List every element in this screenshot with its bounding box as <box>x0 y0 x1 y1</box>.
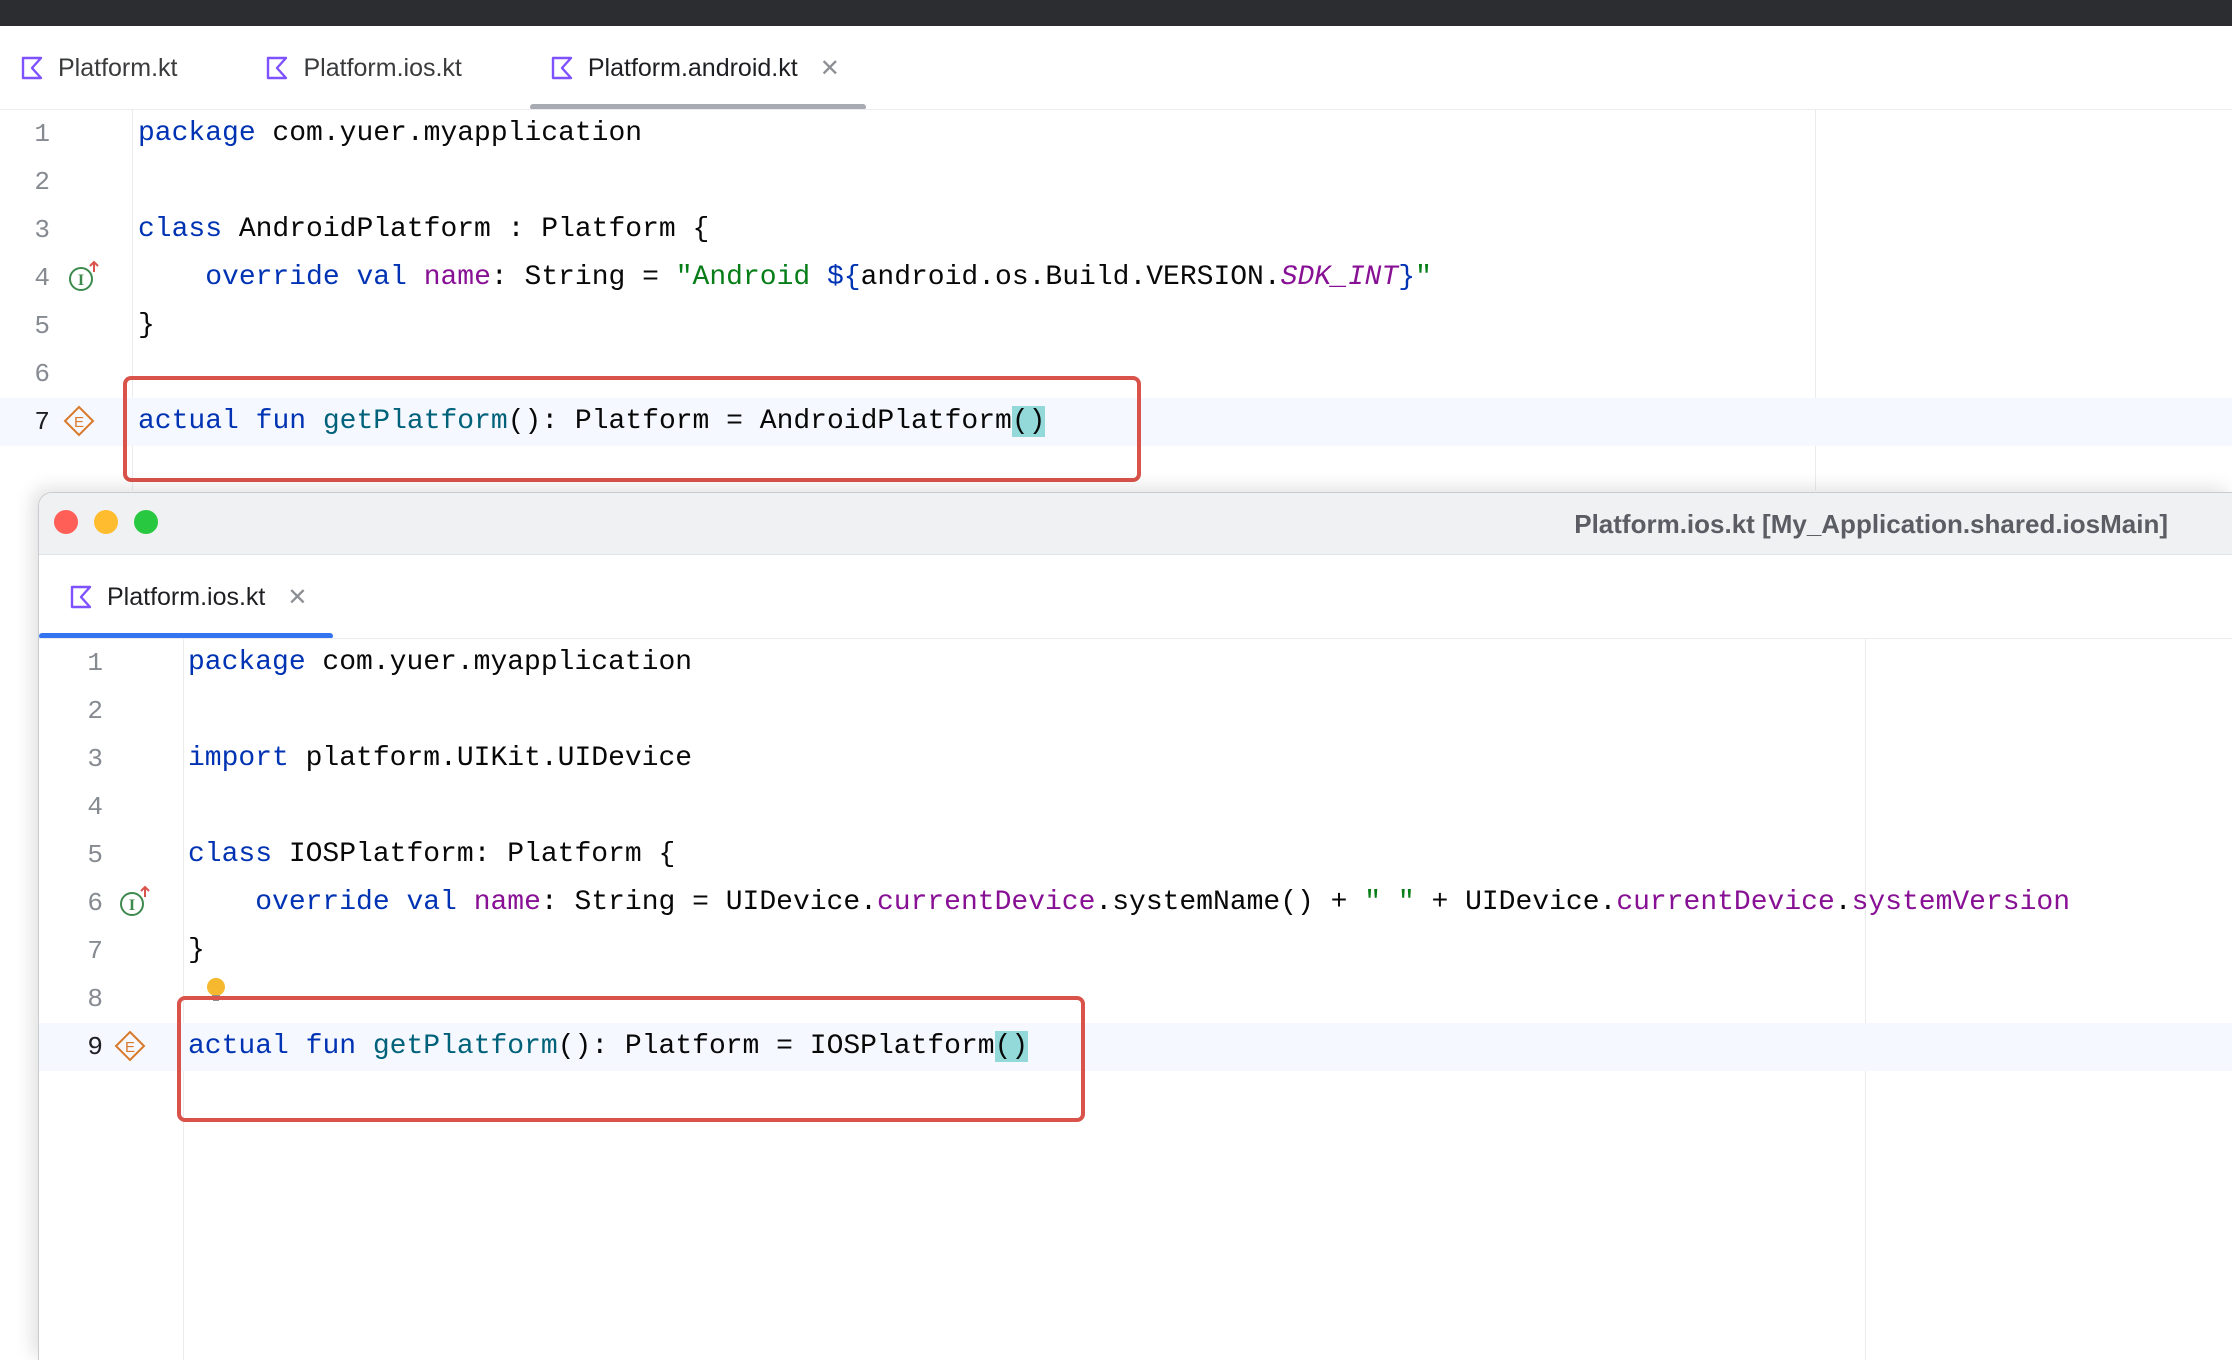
line-number: 3 <box>34 215 50 245</box>
platform-ios-window: Platform.ios.kt [My_Application.shared.i… <box>38 492 2232 1360</box>
keyword: val <box>356 262 407 293</box>
minimize-window-button[interactable] <box>94 510 118 534</box>
highlight-box-ios <box>177 996 1085 1122</box>
kotlin-file-icon <box>551 56 573 80</box>
code-text: .systemName() + <box>1095 887 1365 918</box>
tab-label: Platform.ios.kt <box>303 53 462 82</box>
line-number: 3 <box>87 744 103 774</box>
code-line: 2 <box>0 158 2232 206</box>
code-line: 3 import platform.UIKit.UIDevice <box>39 735 2232 783</box>
keyword: package <box>138 118 256 149</box>
window-titlebar: Platform.ios.kt [My_Application.shared.i… <box>39 493 2232 555</box>
keyword: val <box>406 887 457 918</box>
code-text: com.yuer.myapplication <box>255 118 643 149</box>
line-number: 7 <box>34 407 50 437</box>
code-text: : String = UIDevice. <box>540 887 877 918</box>
code-line: 6 I override val name: String = UIDevice… <box>39 879 2232 927</box>
close-window-button[interactable] <box>54 510 78 534</box>
code-text: } <box>188 935 205 966</box>
svg-text:I: I <box>129 897 135 914</box>
tab-platform-ios-kt[interactable]: Platform.ios.kt <box>245 26 479 110</box>
line-number: 7 <box>87 936 103 966</box>
code-text: android.os.Build.VERSION. <box>860 262 1281 293</box>
code-text: com.yuer.myapplication <box>305 647 693 678</box>
code-text: . <box>1834 887 1852 918</box>
tab-platform-android-kt[interactable]: Platform.android.kt ✕ <box>529 26 866 110</box>
svg-text:E: E <box>125 1039 135 1056</box>
string-literal: " <box>1415 262 1432 293</box>
line-number: 4 <box>87 792 103 822</box>
code-text: platform.UIKit.UIDevice <box>288 743 693 774</box>
keyword: override <box>205 262 340 293</box>
expect-actual-icon[interactable]: E <box>62 404 96 438</box>
tab-platform-kt[interactable]: Platform.kt <box>0 26 195 110</box>
line-number: 5 <box>34 311 50 341</box>
code-text: + UIDevice. <box>1414 887 1617 918</box>
string-literal: " " <box>1364 887 1415 918</box>
property-name: currentDevice <box>1616 887 1835 918</box>
code-line: 7 } <box>39 927 2232 975</box>
line-number: 6 <box>87 888 103 918</box>
code-line: 5 class IOSPlatform: Platform { <box>39 831 2232 879</box>
svg-text:E: E <box>74 414 84 431</box>
tab-label: Platform.kt <box>58 53 178 82</box>
line-number: 1 <box>34 119 50 149</box>
code-line: 2 <box>39 687 2232 735</box>
static-field: SDK_INT <box>1280 262 1399 293</box>
tab-platform-ios-kt[interactable]: Platform.ios.kt ✕ <box>39 555 334 639</box>
keyword: class <box>188 839 273 870</box>
code-line: 1 package com.yuer.myapplication <box>0 110 2232 158</box>
zoom-window-button[interactable] <box>134 510 158 534</box>
implements-icon[interactable]: I <box>66 260 100 294</box>
expect-actual-icon[interactable]: E <box>113 1029 147 1063</box>
svg-text:I: I <box>78 272 84 289</box>
code-line: 4 <box>39 783 2232 831</box>
code-text: : String = <box>490 262 676 293</box>
template-brace: } <box>1398 262 1416 293</box>
keyword: package <box>188 647 306 678</box>
line-number: 8 <box>87 984 103 1014</box>
main-editor-tabbar: Platform.kt Platform.ios.kt Platform.and… <box>0 26 866 110</box>
window-title: Platform.ios.kt [My_Application.shared.i… <box>1574 509 2168 539</box>
property-name: systemVersion <box>1851 887 2070 918</box>
property-name: name <box>423 262 491 293</box>
code-text: IOSPlatform: Platform { <box>272 839 676 870</box>
property-name: name <box>473 887 541 918</box>
string-literal: "Android <box>675 262 827 293</box>
code-line: 3 class AndroidPlatform : Platform { <box>0 206 2232 254</box>
popup-editor-tabbar: Platform.ios.kt ✕ <box>39 555 334 639</box>
kotlin-file-icon <box>21 56 43 80</box>
close-icon[interactable]: ✕ <box>287 583 307 612</box>
kotlin-file-icon <box>267 56 288 80</box>
code-text: } <box>138 310 155 341</box>
tab-label: Platform.ios.kt <box>107 582 266 611</box>
template-brace: ${ <box>826 262 861 293</box>
line-number: 9 <box>87 1032 103 1062</box>
keyword: class <box>138 214 223 245</box>
window-top-bar <box>0 0 2232 26</box>
keyword: override <box>255 887 390 918</box>
tab-label: Platform.android.kt <box>587 53 798 82</box>
property-name: currentDevice <box>876 887 1096 918</box>
keyword: import <box>188 743 289 774</box>
line-number: 6 <box>34 359 50 389</box>
highlight-box-android <box>123 376 1141 482</box>
line-number: 4 <box>34 263 50 293</box>
code-text: AndroidPlatform : Platform { <box>222 214 710 245</box>
close-icon[interactable]: ✕ <box>820 54 840 83</box>
line-number: 2 <box>87 696 103 726</box>
kotlin-file-icon <box>70 585 92 609</box>
code-line: 5 } <box>0 302 2232 350</box>
line-number: 5 <box>87 840 103 870</box>
code-line: 1 package com.yuer.myapplication <box>39 639 2232 687</box>
line-number: 2 <box>34 167 50 197</box>
line-number: 1 <box>87 648 103 678</box>
code-line: 4 I override val name: String = "Android… <box>0 254 2232 302</box>
implements-icon[interactable]: I <box>117 885 151 919</box>
